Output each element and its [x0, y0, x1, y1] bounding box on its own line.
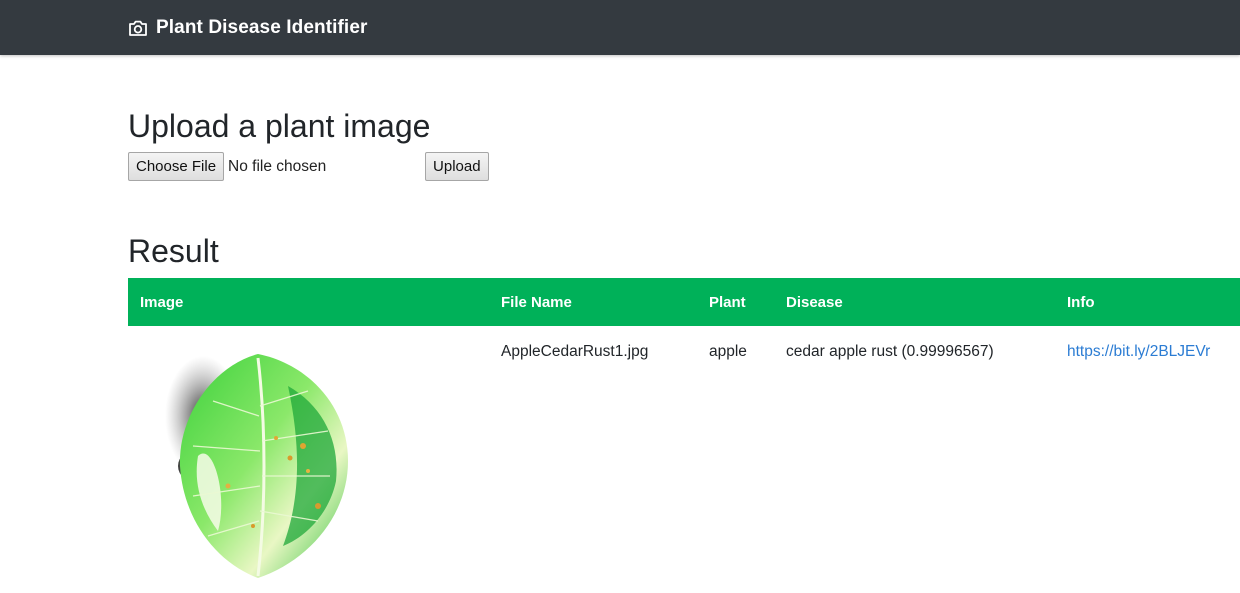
file-status: No file chosen	[228, 157, 327, 175]
column-header-disease: Disease	[786, 293, 843, 311]
camera-icon	[128, 19, 148, 37]
column-header-info: Info	[1067, 293, 1095, 311]
column-header-plant: Plant	[709, 293, 746, 311]
plant-cell: apple	[709, 343, 747, 360]
column-header-file-name: File Name	[501, 293, 572, 311]
results-table: Image File Name Plant Disease Info Apple…	[128, 278, 1240, 586]
info-cell: https://bit.ly/2BLJEVr	[1055, 326, 1240, 586]
brand-link[interactable]: Plant Disease Identifier	[128, 0, 367, 55]
leaf-image	[165, 354, 348, 578]
upload-form: Choose File No file chosen Upload	[128, 152, 489, 181]
upload-button[interactable]: Upload	[425, 152, 489, 181]
image-cell	[128, 326, 489, 586]
table-header-row: Image File Name Plant Disease Info	[128, 278, 1240, 326]
result-heading: Result	[128, 233, 219, 269]
upload-heading: Upload a plant image	[128, 108, 431, 144]
navbar: Plant Disease Identifier	[0, 0, 1240, 55]
table-row: AppleCedarRust1.jpg apple cedar apple ru…	[128, 326, 1240, 586]
info-link[interactable]: https://bit.ly/2BLJEVr	[1067, 343, 1210, 360]
disease-cell: cedar apple rust (0.99996567)	[786, 343, 994, 360]
column-header-image: Image	[140, 293, 184, 311]
file-name-cell: AppleCedarRust1.jpg	[501, 343, 649, 360]
choose-file-button[interactable]: Choose File	[128, 152, 225, 181]
app-title: Plant Disease Identifier	[156, 16, 368, 38]
